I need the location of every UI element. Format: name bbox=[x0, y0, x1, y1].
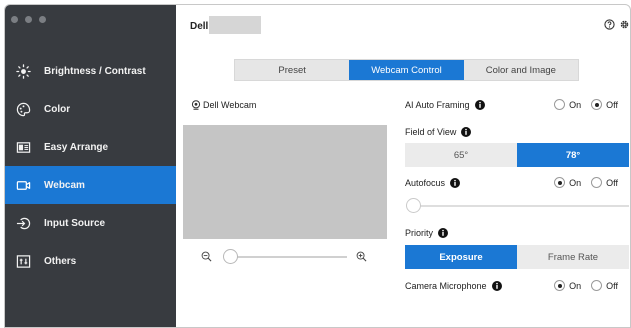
sidebar: Brightness / Contrast Color Easy Arrange… bbox=[5, 5, 176, 327]
camera-microphone-off-radio[interactable] bbox=[591, 280, 603, 291]
autofocus-off-radio[interactable] bbox=[591, 177, 603, 188]
zoom-window-button[interactable] bbox=[39, 16, 46, 23]
sun-icon bbox=[15, 63, 31, 79]
sidebar-item-label: Input Source bbox=[44, 217, 106, 229]
ai-auto-framing-off-radio[interactable] bbox=[591, 99, 603, 110]
info-icon[interactable] bbox=[461, 127, 472, 137]
focus-slider[interactable] bbox=[405, 198, 629, 214]
help-icon[interactable] bbox=[604, 19, 615, 30]
field-of-view-label: Field of View bbox=[405, 127, 472, 137]
field-of-view-segmented: 65° 78° bbox=[405, 143, 629, 167]
window-controls bbox=[11, 16, 46, 23]
camera-microphone-toggle: On Off bbox=[554, 280, 624, 291]
camera-microphone-label: Camera Microphone bbox=[405, 281, 502, 291]
tab-color-and-image[interactable]: Color and Image bbox=[464, 60, 578, 80]
sidebar-item-easy-arrange[interactable]: Easy Arrange bbox=[5, 128, 176, 166]
autofocus-toggle: On Off bbox=[554, 177, 624, 188]
camera-microphone-on-radio[interactable] bbox=[554, 280, 566, 291]
close-window-button[interactable] bbox=[11, 16, 18, 23]
sidebar-item-input-source[interactable]: Input Source bbox=[5, 204, 176, 242]
autofocus-label: Autofocus bbox=[405, 178, 461, 188]
sidebar-item-label: Color bbox=[44, 103, 71, 115]
sidebar-item-label: Easy Arrange bbox=[44, 141, 109, 153]
input-source-icon bbox=[15, 215, 31, 231]
others-icon bbox=[15, 253, 31, 269]
zoom-out-icon[interactable] bbox=[201, 251, 212, 264]
gear-icon[interactable] bbox=[619, 19, 630, 30]
priority-exposure-option[interactable]: Exposure bbox=[405, 245, 517, 269]
priority-frame-rate-option[interactable]: Frame Rate bbox=[517, 245, 629, 269]
sidebar-item-label: Brightness / Contrast bbox=[44, 65, 146, 77]
sidebar-item-brightness-contrast[interactable]: Brightness / Contrast bbox=[5, 52, 176, 90]
priority-label: Priority bbox=[405, 228, 449, 238]
fov-65-option[interactable]: 65° bbox=[405, 143, 517, 167]
sidebar-item-webcam[interactable]: Webcam bbox=[5, 166, 176, 204]
monitor-model-placeholder bbox=[209, 16, 261, 34]
info-icon[interactable] bbox=[491, 281, 502, 291]
sidebar-item-label: Webcam bbox=[44, 179, 85, 191]
zoom-slider[interactable] bbox=[201, 249, 367, 265]
sidebar-item-color[interactable]: Color bbox=[5, 90, 176, 128]
webcam-icon bbox=[15, 177, 31, 193]
tab-preset[interactable]: Preset bbox=[235, 60, 349, 80]
webcam-small-icon bbox=[191, 100, 201, 110]
ai-auto-framing-on-radio[interactable] bbox=[554, 99, 566, 110]
header-actions bbox=[604, 19, 630, 30]
fov-78-option[interactable]: 78° bbox=[517, 143, 629, 167]
palette-icon bbox=[15, 101, 31, 117]
webcam-name: Dell Webcam bbox=[203, 100, 257, 110]
focus-handle[interactable] bbox=[406, 198, 421, 213]
minimize-window-button[interactable] bbox=[25, 16, 32, 23]
zoom-handle[interactable] bbox=[223, 249, 238, 264]
tab-bar: Preset Webcam Control Color and Image bbox=[234, 59, 579, 81]
webcam-preview bbox=[183, 125, 387, 239]
sidebar-item-others[interactable]: Others bbox=[5, 242, 176, 280]
info-icon[interactable] bbox=[474, 100, 485, 110]
zoom-track[interactable] bbox=[231, 256, 347, 258]
info-icon[interactable] bbox=[438, 228, 449, 238]
zoom-in-icon[interactable] bbox=[356, 251, 367, 264]
brand-name: Dell bbox=[190, 21, 209, 32]
ai-auto-framing-label: AI Auto Framing bbox=[405, 100, 485, 110]
focus-track[interactable] bbox=[413, 205, 629, 207]
sidebar-nav: Brightness / Contrast Color Easy Arrange… bbox=[5, 52, 176, 280]
sidebar-item-label: Others bbox=[44, 255, 77, 267]
layout-icon bbox=[15, 139, 31, 155]
tab-webcam-control[interactable]: Webcam Control bbox=[349, 60, 464, 80]
webcam-label: Dell Webcam bbox=[191, 100, 256, 110]
ai-auto-framing-toggle: On Off bbox=[554, 99, 624, 110]
autofocus-on-radio[interactable] bbox=[554, 177, 566, 188]
info-icon[interactable] bbox=[450, 178, 461, 188]
priority-segmented: Exposure Frame Rate bbox=[405, 245, 629, 269]
app-window: Brightness / Contrast Color Easy Arrange… bbox=[4, 4, 631, 328]
